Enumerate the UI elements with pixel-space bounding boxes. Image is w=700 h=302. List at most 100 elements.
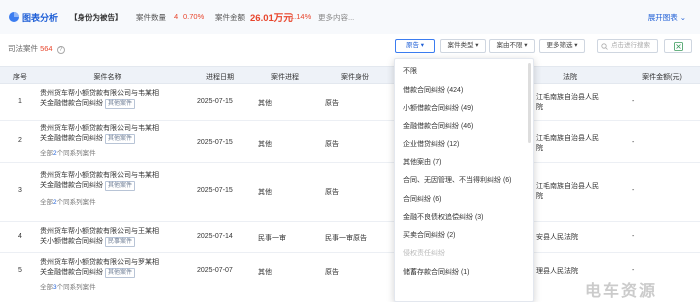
- case-amount: -: [632, 98, 635, 105]
- court-line1: 理县人民法院: [536, 268, 578, 275]
- case-total: 司法案件 564 ?: [8, 43, 65, 54]
- caret-down-icon: ▾: [475, 42, 479, 49]
- reason-filter-label: 案由不限: [496, 42, 523, 49]
- dropdown-item[interactable]: 合同、无因管理、不当得利纠纷 (6): [403, 175, 512, 185]
- case-name[interactable]: 贵州货车帮小额贷款有限公司与王某相 关小额借款合同纠纷 民事案件: [40, 227, 175, 247]
- court-line1: 安县人民法院: [536, 234, 578, 241]
- court-line1: 江毛南族自治县人民: [536, 135, 599, 142]
- header-role: 案件身份: [341, 74, 369, 81]
- case-amount: -: [632, 233, 635, 240]
- case-name[interactable]: 贵州货车帮小额贷款有限公司与韦某相 关金融借款合同纠纷 其他案件: [40, 89, 175, 109]
- more-filter-button[interactable]: 更多筛选 ▾: [539, 39, 585, 53]
- series-suffix: 个同系列案件: [56, 150, 96, 157]
- more-filter-label: 更多筛选: [546, 42, 573, 49]
- reason-filter-button[interactable]: 案由不限 ▾: [489, 39, 535, 53]
- case-date: 2025-07-15: [197, 98, 233, 105]
- row-index: 3: [18, 187, 22, 194]
- case-name-line2: 关小额借款合同纠纷: [40, 238, 103, 245]
- dropdown-item[interactable]: 买卖合同纠纷 (2): [403, 230, 456, 240]
- case-court: 安县人民法院: [536, 233, 626, 243]
- court-line2: 院: [536, 145, 543, 152]
- row-index: 1: [18, 98, 22, 105]
- row-index: 2: [18, 137, 22, 144]
- table-header: 序号 案件名称 进程日期 案件进程 案件身份 法院 案件金额(元): [0, 66, 700, 84]
- header-case-name: 案件名称: [93, 74, 122, 81]
- dropdown-item[interactable]: 小额借款合同纠纷 (49): [403, 103, 473, 113]
- help-icon[interactable]: ?: [56, 46, 65, 54]
- expand-chart-label: 展开图表: [647, 13, 678, 22]
- header-amount: 案件金额(元): [642, 74, 682, 81]
- case-type-filter-label: 案件类型: [447, 42, 474, 49]
- more-content-link[interactable]: 更多内容...: [318, 12, 354, 23]
- series-cases-link[interactable]: 全部3个同系列案件: [40, 281, 96, 291]
- table-row[interactable]: 4 贵州货车帮小额贷款有限公司与王某相 关小额借款合同纠纷 民事案件 2025-0…: [0, 222, 700, 253]
- series-cases-link[interactable]: 全部2个同系列案件: [40, 147, 96, 157]
- watermark-text: 电车资源: [585, 283, 658, 300]
- case-tag: 其他案件: [105, 181, 136, 191]
- case-role: 原告: [325, 189, 339, 196]
- dropdown-item[interactable]: 其他案由 (7): [403, 157, 442, 167]
- case-name[interactable]: 贵州货车帮小额贷款有限公司与韦某相 关金融借款合同纠纷 其他案件: [40, 124, 175, 144]
- chart-icon: [9, 12, 19, 22]
- case-date: 2025-07-07: [197, 267, 233, 274]
- court-line2: 院: [536, 193, 543, 200]
- court-line1: 江毛南族自治县人民: [536, 183, 599, 190]
- table-row[interactable]: 1 贵州货车帮小额贷款有限公司与韦某相 关金融借款合同纠纷 其他案件 2025-0…: [0, 84, 700, 121]
- row-index: 4: [18, 233, 22, 240]
- case-role: 民事一审原告: [325, 235, 367, 242]
- case-amount: -: [632, 267, 635, 274]
- dropdown-item[interactable]: 借款合同纠纷 (424): [403, 85, 463, 95]
- dropdown-item[interactable]: 金融不良债权追偿纠纷 (3): [403, 212, 484, 222]
- case-name[interactable]: 贵州货车帮小额贷款有限公司与韦某相 关金融借款合同纠纷 其他案件: [40, 171, 175, 191]
- series-cases-link[interactable]: 全部2个同系列案件: [40, 196, 96, 206]
- case-name-line2: 关金融借款合同纠纷: [40, 182, 103, 189]
- case-name-line2: 关金融借款合同纠纷: [40, 269, 103, 276]
- case-total-label: 司法案件: [8, 44, 38, 53]
- case-court: 江毛南族自治县人民 院: [536, 182, 626, 202]
- case-type-filter-button[interactable]: 案件类型 ▾: [440, 39, 486, 53]
- case-role: 原告: [325, 269, 339, 276]
- table-row[interactable]: 2 贵州货车帮小额贷款有限公司与韦某相 关金融借款合同纠纷 其他案件 全部2个同系…: [0, 121, 700, 163]
- series-prefix: 全部: [40, 150, 53, 157]
- dropdown-item[interactable]: 不限: [403, 66, 417, 76]
- header-court: 法院: [563, 74, 577, 81]
- case-role: 原告: [325, 141, 339, 148]
- dropdown-scrollbar[interactable]: [528, 63, 531, 143]
- case-count-pct: 0.70%: [183, 12, 205, 21]
- case-stage: 其他: [258, 269, 272, 276]
- case-court: 江毛南族自治县人民 院: [536, 134, 626, 154]
- dropdown-item[interactable]: 合同纠纷 (6): [403, 194, 442, 204]
- case-stage: 民事一审: [258, 235, 286, 242]
- case-tag: 民事案件: [105, 237, 136, 247]
- caret-down-icon: ▾: [524, 42, 528, 49]
- table-row[interactable]: 3 贵州货车帮小额贷款有限公司与韦某相 关金融借款合同纠纷 其他案件 全部2个同系…: [0, 163, 700, 222]
- series-prefix: 全部: [40, 199, 53, 206]
- case-tag: 其他案件: [105, 99, 136, 109]
- case-role: 原告: [325, 100, 339, 107]
- expand-chart-button[interactable]: 展开图表 ⌄: [648, 12, 686, 23]
- export-button[interactable]: [664, 39, 692, 53]
- case-amount-value: 26.01万元: [250, 13, 293, 24]
- case-court: 江毛南族自治县人民 院: [536, 93, 626, 113]
- role-label: 【身份为被告】: [70, 13, 123, 22]
- series-suffix: 个同系列案件: [56, 284, 96, 291]
- dropdown-item[interactable]: 储蓄存款合同纠纷 (1): [403, 267, 470, 277]
- header-index: 序号: [13, 74, 27, 81]
- role-filter-label: 原告: [405, 42, 419, 49]
- caret-down-icon: ▾: [574, 42, 578, 49]
- case-amount-pct: 1.14%: [290, 12, 312, 21]
- excel-export-icon: [674, 42, 683, 51]
- case-name[interactable]: 贵州货车帮小额贷款有限公司与罗某相 关金融借款合同纠纷 其他案件: [40, 258, 175, 278]
- case-stage: 其他: [258, 141, 272, 148]
- role-filter-button[interactable]: 原告 ▾: [395, 39, 435, 53]
- dropdown-item[interactable]: 侵权责任纠纷: [403, 248, 445, 258]
- case-total-num: 564: [40, 44, 53, 53]
- chart-analysis-title: 图表分析: [22, 13, 59, 23]
- dropdown-item[interactable]: 企业借贷纠纷 (12): [403, 139, 459, 149]
- case-date: 2025-07-15: [197, 139, 233, 146]
- search-input[interactable]: 点击进行搜索: [597, 39, 658, 53]
- reason-dropdown-menu[interactable]: 不限 借款合同纠纷 (424) 小额借款合同纠纷 (49) 金融借款合同纠纷 (…: [394, 58, 534, 302]
- chevron-down-icon: ⌄: [679, 13, 686, 22]
- case-amount: -: [632, 139, 635, 146]
- dropdown-item[interactable]: 金融借款合同纠纷 (46): [403, 121, 473, 131]
